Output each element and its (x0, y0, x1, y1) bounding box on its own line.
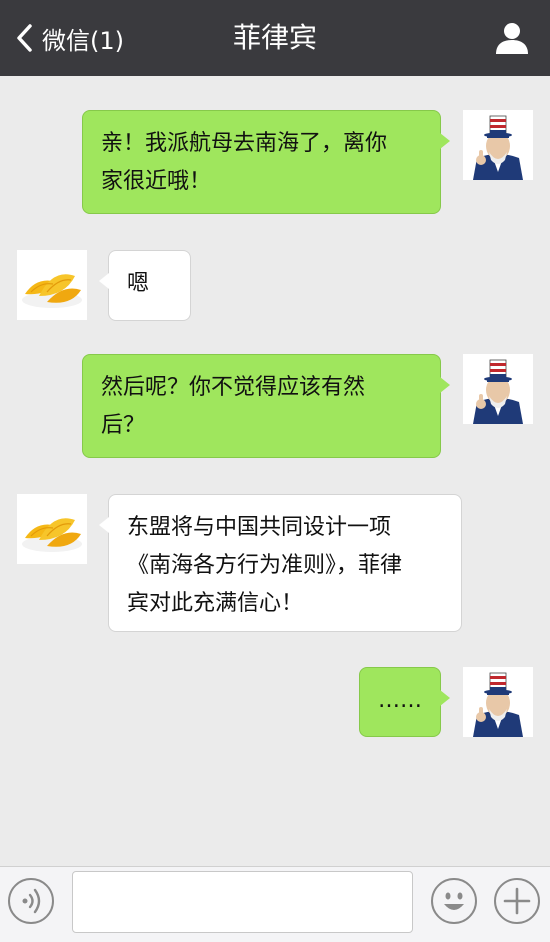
plus-icon (503, 887, 531, 915)
outgoing-message-bubble[interactable]: 亲！我派航母去南海了，离你 家很近哦！ (82, 110, 450, 214)
user-icon[interactable] (494, 20, 530, 56)
message-line: …… (378, 688, 422, 713)
outgoing-message-bubble[interactable]: …… (359, 667, 450, 737)
message-line: 东盟将与中国共同设计一项 (127, 515, 392, 540)
more-button[interactable] (494, 878, 540, 924)
message-line: 然后呢？你不觉得应该有然 (101, 375, 366, 400)
message-line: 宾对此充满信心！ (127, 591, 304, 616)
incoming-message-bubble[interactable]: 东盟将与中国共同设计一项 《南海各方行为准则》，菲律 宾对此充满信心！ (99, 494, 462, 632)
message-line: 家很近哦！ (101, 169, 212, 194)
uncle-sam-avatar[interactable] (463, 667, 533, 737)
voice-button[interactable] (8, 878, 54, 924)
back-button[interactable]: 微信(1) (14, 18, 124, 58)
message-line: 嗯 (127, 271, 150, 296)
outgoing-message-bubble[interactable]: 然后呢？你不觉得应该有然 后？ (82, 354, 450, 458)
message-line: 后？ (101, 413, 146, 438)
chevron-left-icon (17, 24, 32, 52)
emoji-button[interactable] (431, 878, 477, 924)
mango-avatar[interactable] (17, 250, 87, 320)
message-input[interactable] (72, 871, 413, 933)
input-bar (0, 866, 550, 942)
voice-icon (22, 888, 41, 914)
incoming-message-bubble[interactable]: 嗯 (99, 250, 191, 321)
emoji-icon (444, 892, 464, 910)
uncle-sam-avatar[interactable] (463, 354, 533, 424)
back-label: 微信(1) (42, 26, 124, 55)
uncle-sam-avatar[interactable] (463, 110, 533, 180)
chat-area[interactable]: 亲！我派航母去南海了，离你 家很近哦！ 嗯 然后呢？你不觉得应该有然 后？ 东盟… (0, 76, 550, 866)
mango-avatar[interactable] (17, 494, 87, 564)
message-line: 《南海各方行为准则》，菲律 (127, 553, 403, 578)
nav-bar: 微信(1) 菲律宾 (0, 0, 550, 76)
message-line: 亲！我派航母去南海了，离你 (101, 131, 388, 156)
